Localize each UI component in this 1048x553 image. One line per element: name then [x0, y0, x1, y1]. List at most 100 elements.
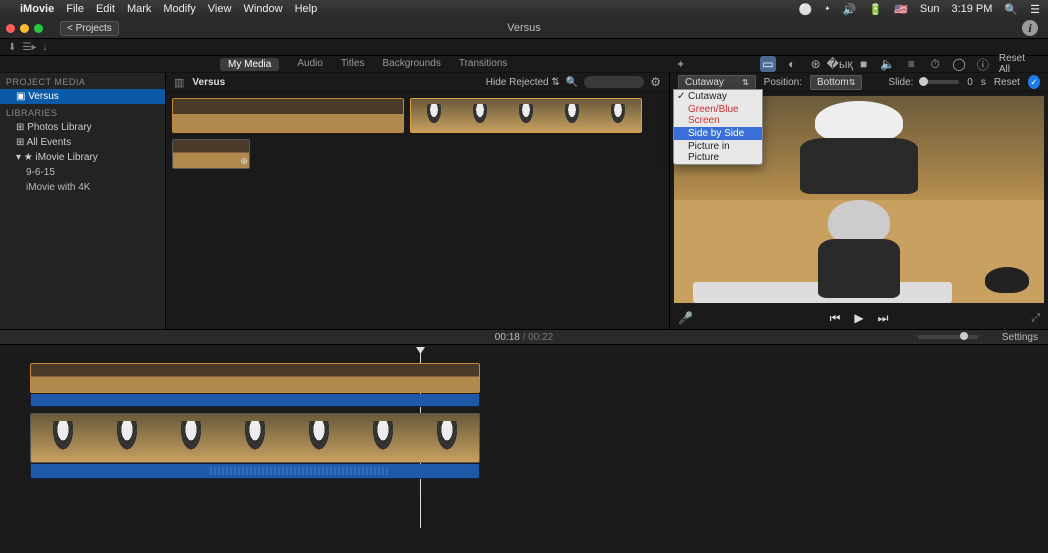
download-icon[interactable]: ↓: [42, 42, 47, 53]
slide-value: 0: [967, 77, 973, 88]
tab-transitions[interactable]: Transitions: [459, 58, 508, 71]
dropdown-item-green-blue-screen[interactable]: Green/Blue Screen: [674, 103, 762, 127]
timeline-header: 00:18 / 00:22 Settings: [0, 329, 1048, 345]
clock-day[interactable]: Sun: [920, 3, 940, 15]
minimize-window-button[interactable]: [20, 24, 29, 33]
browser-clip-2[interactable]: 25.0s: [410, 98, 642, 133]
flag-icon[interactable]: 🇺🇸: [894, 3, 908, 16]
speed-icon[interactable]: ⏱: [927, 56, 943, 72]
overlay-mode-select[interactable]: Cutaway⇅: [678, 75, 756, 90]
inspector-icons: ▭ ◐ ⊛ �ық ■ 🔈 ≡ ⏱ ◯ ⓘ Reset All: [760, 53, 1038, 75]
crop-icon[interactable]: �ық: [832, 56, 848, 72]
slide-slider[interactable]: [921, 80, 959, 84]
wifi-icon[interactable]: ⚪: [798, 3, 812, 16]
search-icon: 🔍: [566, 77, 578, 88]
sidebar-item-all-events[interactable]: ⊞ All Events: [0, 135, 165, 150]
add-clip-icon[interactable]: ⊕: [240, 156, 248, 167]
menu-window[interactable]: Window: [243, 3, 282, 15]
volume-icon[interactable]: 🔊: [843, 3, 857, 16]
menu-modify[interactable]: Modify: [163, 3, 195, 15]
battery-icon[interactable]: 🔋: [868, 3, 882, 16]
timeline-settings-button[interactable]: Settings: [1002, 332, 1038, 343]
clock-time[interactable]: 3:19 PM: [951, 3, 992, 15]
title-bar: < Projects Versus i: [0, 18, 1048, 39]
magic-wand-icon[interactable]: ✦: [676, 58, 685, 71]
next-button[interactable]: ⏭: [878, 311, 889, 326]
noise-reduction-icon[interactable]: ≡: [903, 56, 919, 72]
app-name[interactable]: iMovie: [20, 3, 54, 15]
apply-check-icon[interactable]: ✓: [1028, 75, 1040, 89]
menu-file[interactable]: File: [66, 3, 84, 15]
timeline-track-overlay[interactable]: [30, 363, 480, 393]
sidebar-event-9-6-15[interactable]: 9-6-15: [0, 165, 165, 180]
clip-info-icon[interactable]: ⓘ: [975, 56, 991, 72]
fullscreen-icon[interactable]: ⤢: [1031, 312, 1040, 325]
import-media-icon[interactable]: ⬇︎: [8, 42, 16, 53]
menu-mark[interactable]: Mark: [127, 3, 151, 15]
info-button[interactable]: i: [1022, 20, 1038, 36]
prev-button[interactable]: ⏮: [830, 311, 841, 326]
color-balance-icon[interactable]: ◐: [784, 56, 800, 72]
tab-my-media[interactable]: My Media: [220, 58, 279, 71]
search-input[interactable]: [584, 76, 644, 88]
filmstrip-view-icon[interactable]: ▥: [174, 76, 184, 89]
sidebar-project-versus[interactable]: ▣ Versus: [0, 89, 165, 104]
clip-filter-icon[interactable]: ◯: [951, 56, 967, 72]
tabs-row: My Media Audio Titles Backgrounds Transi…: [0, 56, 1048, 73]
project-title: Versus: [507, 22, 541, 34]
sidebar-item-imovie-library[interactable]: ▾ ★ iMovie Library: [0, 150, 165, 165]
browser-settings-icon[interactable]: ⚙: [650, 75, 661, 89]
reset-all-button[interactable]: Reset All: [999, 53, 1038, 75]
timeline-track-primary[interactable]: [30, 413, 480, 463]
zoom-window-button[interactable]: [34, 24, 43, 33]
overlay-reset-button[interactable]: Reset: [994, 77, 1020, 88]
transport-controls: 🎤 ⏮ ▶ ⏭ ⤢: [670, 307, 1048, 329]
hide-rejected-select[interactable]: Hide Rejected ⇅: [486, 77, 560, 88]
media-browser: ▥ Versus Hide Rejected ⇅ 🔍 ⚙ 25.0s ⊕: [165, 73, 670, 329]
viewer-panel: Cutaway⇅ Position: Bottom⇅ Slide: 0 s Re…: [670, 73, 1048, 329]
browser-clip-3[interactable]: ⊕: [172, 139, 250, 169]
playhead-timecode: 00:18 / 00:22: [495, 332, 553, 343]
sidebar-header-libraries: LIBRARIES: [0, 104, 165, 120]
viewer-bottom-clip: [674, 200, 1044, 304]
overlay-settings-icon[interactable]: ▭: [760, 56, 776, 72]
timeline[interactable]: [0, 345, 1048, 495]
overlay-mode-dropdown: Cutaway Green/Blue Screen Side by Side P…: [673, 89, 763, 165]
sidebar-header-project-media: PROJECT MEDIA: [0, 73, 165, 89]
play-button[interactable]: ▶: [854, 311, 863, 325]
voiceover-icon[interactable]: 🎤: [678, 311, 693, 325]
system-menubar: iMovie File Edit Mark Modify View Window…: [0, 0, 1048, 18]
sidebar-event-imovie-4k[interactable]: iMovie with 4K: [0, 180, 165, 195]
stabilization-icon[interactable]: ■: [856, 56, 872, 72]
tab-backgrounds[interactable]: Backgrounds: [382, 58, 440, 71]
library-list-icon[interactable]: ☰▸: [22, 42, 36, 53]
menu-view[interactable]: View: [208, 3, 232, 15]
menu-edit[interactable]: Edit: [96, 3, 115, 15]
slide-unit: s: [981, 77, 986, 88]
volume-settings-icon[interactable]: 🔈: [880, 56, 896, 72]
dropdown-item-cutaway[interactable]: Cutaway: [674, 90, 762, 103]
menu-icon[interactable]: ☰: [1030, 3, 1040, 16]
overlay-controls: Cutaway⇅ Position: Bottom⇅ Slide: 0 s Re…: [670, 73, 1048, 92]
browser-clip-1[interactable]: [172, 98, 404, 133]
position-select[interactable]: Bottom⇅: [810, 75, 862, 90]
slide-label: Slide:: [888, 77, 913, 88]
sidebar: PROJECT MEDIA ▣ Versus LIBRARIES ⊞ Photo…: [0, 73, 165, 329]
position-label: Position:: [764, 77, 802, 88]
menu-help[interactable]: Help: [295, 3, 318, 15]
close-window-button[interactable]: [6, 24, 15, 33]
window-controls: [6, 24, 43, 33]
sidebar-item-photos-library[interactable]: ⊞ Photos Library: [0, 120, 165, 135]
timeline-overlay-audio[interactable]: [30, 394, 480, 407]
tab-titles[interactable]: Titles: [341, 58, 365, 71]
spotlight-icon[interactable]: 🔍: [1004, 3, 1018, 16]
dropdown-item-side-by-side[interactable]: Side by Side: [674, 127, 762, 140]
timeline-primary-audio[interactable]: [30, 464, 480, 479]
back-to-projects-button[interactable]: < Projects: [60, 21, 119, 36]
dropdown-item-picture-in-picture[interactable]: Picture in Picture: [674, 140, 762, 164]
timeline-zoom-slider[interactable]: [918, 335, 978, 339]
color-correction-icon[interactable]: ⊛: [808, 56, 824, 72]
bluetooth-icon[interactable]: ᛭: [824, 3, 831, 15]
tab-audio[interactable]: Audio: [297, 58, 323, 71]
browser-title: Versus: [192, 77, 225, 88]
